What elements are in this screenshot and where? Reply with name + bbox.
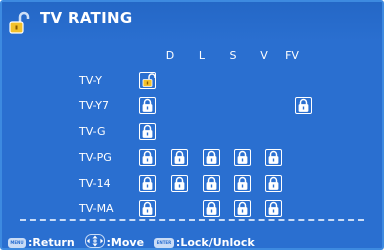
lock-toggle-icon[interactable] xyxy=(265,149,282,166)
enter-key-icon: ENTER xyxy=(153,237,174,248)
lock-toggle-icon[interactable] xyxy=(139,200,156,217)
rating-row-label: TV-Y7 xyxy=(79,99,109,112)
tv-rating-panel: TV RATING D L S V FV TV-Y TV-Y7 TV-G TV-PG TV-14… xyxy=(0,0,384,250)
nav-arrows-icon xyxy=(84,234,105,248)
lock-toggle-selected-icon[interactable] xyxy=(139,72,156,89)
column-header-v: V xyxy=(260,49,268,62)
footer-divider xyxy=(20,219,364,221)
lock-toggle-icon[interactable] xyxy=(171,175,188,192)
lock-toggle-icon[interactable] xyxy=(234,149,251,166)
lock-toggle-icon[interactable] xyxy=(295,97,312,114)
padlock-open-icon xyxy=(8,11,32,35)
menu-key-icon: MENU xyxy=(8,237,26,248)
lock-toggle-icon[interactable] xyxy=(203,149,220,166)
lock-toggle-icon[interactable] xyxy=(234,200,251,217)
lock-unlock-hint: :Lock/Unlock xyxy=(175,236,255,249)
move-hint: :Move xyxy=(106,236,145,249)
lock-toggle-icon[interactable] xyxy=(203,175,220,192)
lock-toggle-icon[interactable] xyxy=(265,175,282,192)
column-header-s: S xyxy=(229,49,237,62)
header-bar: TV RATING xyxy=(2,2,382,41)
return-hint: :Return xyxy=(28,236,75,249)
lock-toggle-icon[interactable] xyxy=(203,200,220,217)
rating-row-label: TV-14 xyxy=(79,177,111,190)
column-header-d: D xyxy=(165,49,175,62)
lock-toggle-icon[interactable] xyxy=(139,175,156,192)
column-header-l: L xyxy=(198,49,206,62)
lock-toggle-icon[interactable] xyxy=(139,123,156,140)
lock-toggle-icon[interactable] xyxy=(171,149,188,166)
rating-row-label: TV-Y xyxy=(79,74,102,87)
rating-row-label: TV-PG xyxy=(79,151,112,164)
rating-row-label: TV-G xyxy=(79,125,106,138)
lock-toggle-icon[interactable] xyxy=(139,97,156,114)
lock-toggle-icon[interactable] xyxy=(265,200,282,217)
lock-toggle-icon[interactable] xyxy=(139,149,156,166)
footer-help: MENU:Return :Move ENTER:Lock/Unlock xyxy=(8,234,255,249)
rating-row-label: TV-MA xyxy=(79,202,114,215)
column-header-fv: FV xyxy=(285,49,299,62)
page-title: TV RATING xyxy=(40,9,133,27)
lock-toggle-icon[interactable] xyxy=(234,175,251,192)
